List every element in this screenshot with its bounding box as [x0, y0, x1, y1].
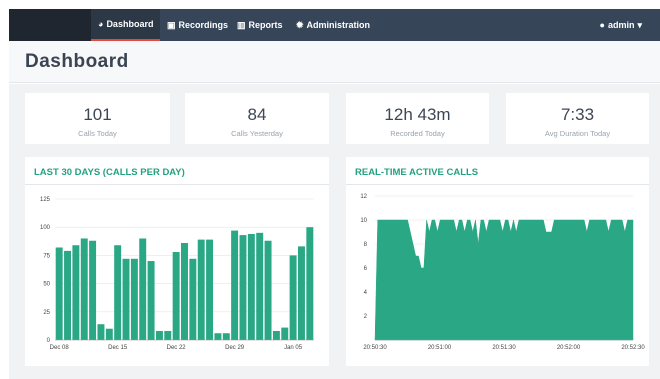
- y-tick-label: 6: [364, 266, 368, 272]
- user-icon: ●: [599, 20, 605, 30]
- user-name: admin: [607, 20, 635, 30]
- calls-per-day-chart: 0 25 50 75 100 125 Dec 08 Dec 15 Dec 22 Dec 29 Jan…: [40, 197, 314, 351]
- page-header: Dashboard: [9, 41, 660, 83]
- calls-per-day-panel: LAST 30 DAYS (CALLS PER DAY) 0 25 50 75 100 1…: [25, 157, 329, 366]
- gear-icon: ✹: [296, 20, 304, 30]
- y-tick-label: 0: [47, 338, 51, 344]
- bar: [147, 261, 155, 340]
- nav-dashboard[interactable]: ◕ Dashboard: [91, 9, 161, 41]
- bar: [264, 240, 272, 340]
- active-calls-area: [374, 219, 634, 341]
- bar: [64, 250, 72, 340]
- dashboard-icon: ◕: [98, 19, 104, 29]
- bar: [281, 327, 289, 340]
- x-tick-label: 20:52:00: [557, 345, 581, 351]
- bar: [89, 240, 97, 340]
- bar: [206, 239, 214, 340]
- nav-reports[interactable]: ▥ Reports: [237, 9, 283, 41]
- y-tick-label: 125: [40, 197, 51, 203]
- nav-recordings[interactable]: ▣ Recordings: [167, 9, 228, 41]
- y-tick-label: 10: [360, 218, 367, 224]
- y-tick-label: 75: [43, 253, 50, 259]
- bar: [197, 239, 205, 340]
- stat-value: 7:33: [560, 105, 595, 124]
- nav-dashboard-label: Dashboard: [106, 19, 154, 29]
- y-tick-label: 8: [364, 242, 368, 248]
- y-tick-label: 2: [364, 314, 368, 320]
- bar: [189, 258, 197, 340]
- x-tick-label: 20:52:30: [621, 345, 645, 351]
- stat-label: Avg Duration Today: [544, 129, 611, 138]
- bar: [80, 238, 88, 340]
- nav-recordings-label: Recordings: [178, 20, 229, 30]
- stat-label: Recorded Today: [390, 129, 445, 138]
- stat-card-calls-yesterday: 84 Calls Yesterday: [185, 93, 329, 144]
- user-menu[interactable]: ● admin ▾: [600, 9, 642, 41]
- bar: [306, 227, 314, 340]
- bar: [222, 333, 230, 340]
- bar: [155, 330, 163, 340]
- bar: [55, 247, 63, 340]
- y-tick-label: 4: [364, 290, 368, 296]
- x-tick-label: 20:51:00: [428, 345, 452, 351]
- x-tick-label: Jan 05: [284, 345, 303, 351]
- bar: [97, 324, 105, 340]
- bar: [72, 245, 80, 340]
- bar: [297, 246, 305, 340]
- recordings-icon: ▣: [167, 20, 176, 30]
- bar: [239, 235, 247, 340]
- y-tick-label: 50: [43, 282, 50, 288]
- nav-reports-label: Reports: [248, 20, 283, 30]
- stat-card-recorded-today: 12h 43m Recorded Today: [346, 93, 489, 144]
- bar: [231, 230, 239, 340]
- active-calls-panel: REAL-TIME ACTIVE CALLS 2 4 6 8 10 12 20:50:30 2…: [346, 157, 649, 366]
- bar: [214, 333, 222, 340]
- bar: [105, 328, 113, 340]
- nav-administration-label: Administration: [306, 20, 371, 30]
- x-tick-label: Dec 29: [225, 345, 245, 351]
- bar: [247, 233, 255, 340]
- x-tick-label: Dec 22: [167, 345, 187, 351]
- bar: [289, 255, 297, 340]
- bar: [181, 242, 188, 340]
- x-tick-label: 20:51:30: [492, 345, 516, 351]
- top-navbar: ◕ Dashboard ▣ Recordings ▥ Reports ✹ Adm…: [9, 9, 660, 41]
- brand-logo[interactable]: [9, 9, 91, 41]
- nav-administration[interactable]: ✹ Administration: [296, 9, 370, 41]
- y-tick-label: 25: [43, 310, 50, 316]
- y-tick-label: 12: [360, 194, 367, 200]
- stat-value: 101: [83, 105, 112, 124]
- bar: [256, 232, 264, 340]
- x-tick-label: Dec 08: [50, 345, 70, 351]
- stat-value: 84: [247, 105, 267, 124]
- stat-value: 12h 43m: [384, 105, 451, 124]
- bar: [172, 252, 180, 340]
- bar: [164, 330, 172, 340]
- bar: [122, 258, 130, 340]
- reports-icon: ▥: [237, 20, 246, 30]
- bar: [139, 238, 147, 340]
- bar: [114, 245, 122, 340]
- stat-card-avg-duration: 7:33 Avg Duration Today: [506, 93, 649, 144]
- bar: [130, 258, 138, 340]
- page-title: Dashboard: [25, 51, 129, 72]
- stat-card-calls-today: 101 Calls Today: [25, 93, 170, 144]
- stat-label: Calls Today: [78, 129, 117, 138]
- x-tick-label: Dec 15: [108, 345, 128, 351]
- caret-down-icon: ▾: [637, 19, 642, 30]
- stat-label: Calls Yesterday: [231, 129, 283, 138]
- bar: [272, 330, 280, 340]
- active-calls-chart: 2 4 6 8 10 12 20:50:30 20:51:00 20:51:30 20:52:00…: [360, 194, 645, 351]
- x-tick-label: 20:50:30: [363, 345, 387, 351]
- y-tick-label: 100: [40, 225, 51, 231]
